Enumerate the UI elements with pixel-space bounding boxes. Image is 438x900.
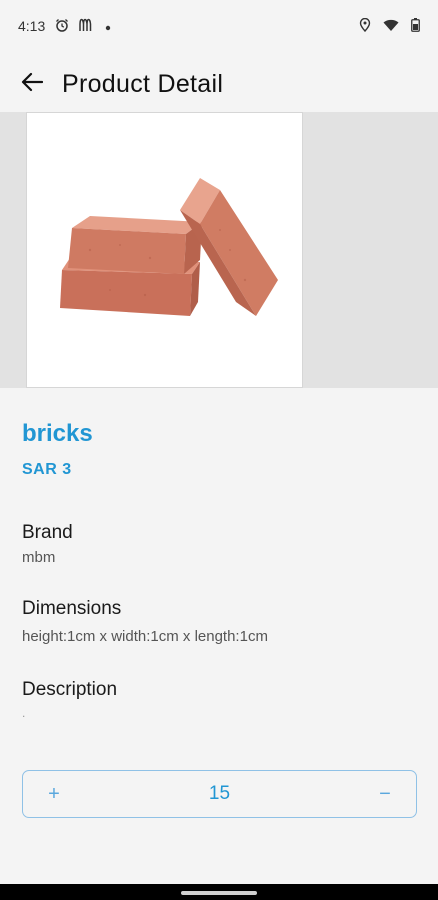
mcdonalds-icon bbox=[79, 18, 95, 34]
dot-icon bbox=[105, 20, 111, 33]
app-bar: Product Detail bbox=[0, 56, 438, 112]
description-value: . bbox=[22, 706, 26, 720]
quantity-value: 15 bbox=[208, 783, 231, 804]
page-title: Product Detail bbox=[62, 69, 224, 98]
location-icon bbox=[359, 17, 371, 34]
wifi-icon bbox=[383, 19, 399, 34]
status-left: 4:13 bbox=[18, 18, 111, 34]
description-label: Description bbox=[22, 679, 118, 700]
arrow-left-icon bbox=[21, 72, 44, 97]
product-image-area bbox=[0, 112, 438, 388]
status-time: 4:13 bbox=[18, 18, 46, 34]
dimensions-label: Dimensions bbox=[22, 598, 122, 619]
product-name: bricks bbox=[22, 420, 93, 447]
status-bar: 4:13 bbox=[0, 0, 438, 52]
bricks-illustration bbox=[59, 178, 278, 316]
dimensions-value: height:1cm x width:1cm x length:1cm bbox=[22, 628, 268, 645]
alarm-icon bbox=[55, 18, 69, 34]
back-button[interactable] bbox=[12, 64, 52, 104]
decrease-button[interactable]: − bbox=[354, 771, 416, 817]
increase-button[interactable]: + bbox=[23, 771, 85, 817]
home-handle[interactable] bbox=[181, 891, 257, 895]
battery-icon bbox=[411, 18, 420, 34]
product-price: SAR 3 bbox=[22, 461, 72, 478]
system-nav-bar bbox=[0, 884, 438, 900]
product-image[interactable] bbox=[26, 112, 303, 388]
status-right bbox=[359, 17, 420, 34]
brand-label: Brand bbox=[22, 522, 73, 543]
brand-value: mbm bbox=[22, 549, 56, 566]
quantity-stepper: + 15 − bbox=[22, 770, 417, 818]
